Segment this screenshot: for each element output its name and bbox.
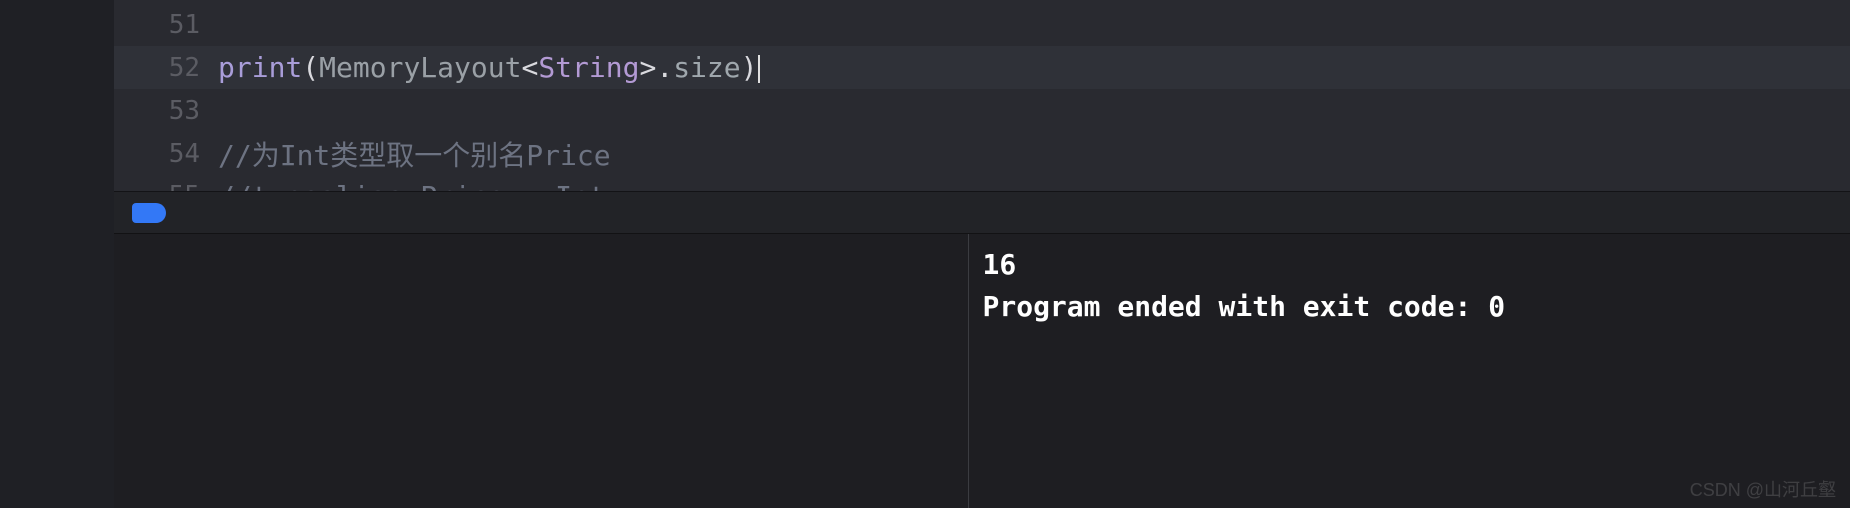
left-gutter-margin <box>0 0 114 508</box>
execution-marker-icon[interactable] <box>132 203 166 223</box>
code-text[interactable]: //为Int类型取一个别名Price <box>218 134 1850 174</box>
token-dot: . <box>656 51 673 84</box>
console-panel: 16 Program ended with exit code: 0 <box>114 233 1850 508</box>
code-row-current: 52 print(MemoryLayout<String>.size) <box>114 46 1850 89</box>
line-number: 54 <box>114 139 218 169</box>
code-row-partial-top: 50 //print(obj1 + 1) <box>114 0 1850 3</box>
code-editor[interactable]: 50 //print(obj1 + 1) 51 52 print(MemoryL… <box>114 0 1850 191</box>
code-text[interactable]: //typealias Price = Int <box>218 175 1850 191</box>
debug-toolbar <box>114 191 1850 233</box>
token-lt: < <box>521 51 538 84</box>
comment-text: //为Int类型取一个别名Price <box>218 139 611 172</box>
line-number: 53 <box>114 96 218 126</box>
code-row: 54 //为Int类型取一个别名Price <box>114 132 1850 175</box>
console-output[interactable]: 16 Program ended with exit code: 0 <box>969 234 1850 508</box>
token-paren-close: ) <box>741 51 758 84</box>
code-row: 51 <box>114 3 1850 46</box>
text-cursor <box>758 55 760 83</box>
token-func: print <box>218 51 302 84</box>
main-area: 50 //print(obj1 + 1) 51 52 print(MemoryL… <box>114 0 1850 508</box>
line-number: 55 <box>114 175 218 191</box>
token-type: String <box>538 51 639 84</box>
line-number: 51 <box>114 10 218 40</box>
code-row: 53 <box>114 89 1850 132</box>
code-text[interactable]: print(MemoryLayout<String>.size) <box>218 51 1850 84</box>
code-row-partial-bottom: 55 //typealias Price = Int <box>114 175 1850 191</box>
comment-text: //typealias Price = Int <box>218 180 606 191</box>
token-identifier: MemoryLayout <box>319 51 521 84</box>
token-property: size <box>673 51 740 84</box>
output-line: 16 <box>983 248 1017 281</box>
token-paren-open: ( <box>302 51 319 84</box>
ide-window: 50 //print(obj1 + 1) 51 52 print(MemoryL… <box>0 0 1850 508</box>
token-gt: > <box>639 51 656 84</box>
line-number: 52 <box>114 53 218 83</box>
variables-view[interactable] <box>114 234 969 508</box>
output-line: Program ended with exit code: 0 <box>983 290 1506 323</box>
